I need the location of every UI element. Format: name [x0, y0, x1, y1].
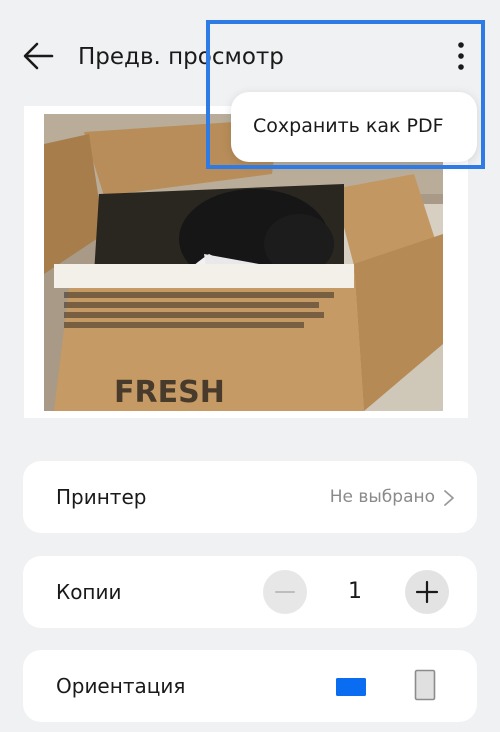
copies-label: Копии: [56, 580, 122, 604]
page-title: Предв. просмотр: [78, 44, 284, 70]
increase-copies-button[interactable]: [405, 570, 449, 614]
printer-value: Не выбрано: [329, 487, 435, 507]
box-logo-text: FRESH: [114, 375, 225, 410]
decrease-copies-button[interactable]: [263, 570, 307, 614]
portrait-option[interactable]: [414, 669, 436, 705]
portrait-icon: [414, 669, 436, 701]
more-options-button[interactable]: [448, 40, 474, 72]
plus-icon: [415, 580, 439, 604]
save-as-pdf-menu-item[interactable]: Сохранить как PDF: [253, 112, 444, 140]
printer-row[interactable]: Принтер Не выбрано: [23, 461, 477, 533]
landscape-icon: [336, 678, 366, 696]
chevron-right-icon: [444, 490, 454, 506]
copies-count: 1: [348, 579, 362, 604]
more-vertical-icon: [458, 42, 464, 70]
copies-row: Копии 1: [23, 556, 477, 628]
orientation-row: Ориентация: [23, 650, 477, 722]
printer-label: Принтер: [56, 485, 147, 509]
orientation-label: Ориентация: [56, 674, 186, 698]
overflow-menu: Сохранить как PDF: [231, 92, 477, 162]
landscape-option[interactable]: [335, 677, 367, 701]
back-button[interactable]: [20, 38, 60, 74]
minus-icon: [275, 591, 295, 593]
arrow-left-icon: [23, 42, 54, 70]
